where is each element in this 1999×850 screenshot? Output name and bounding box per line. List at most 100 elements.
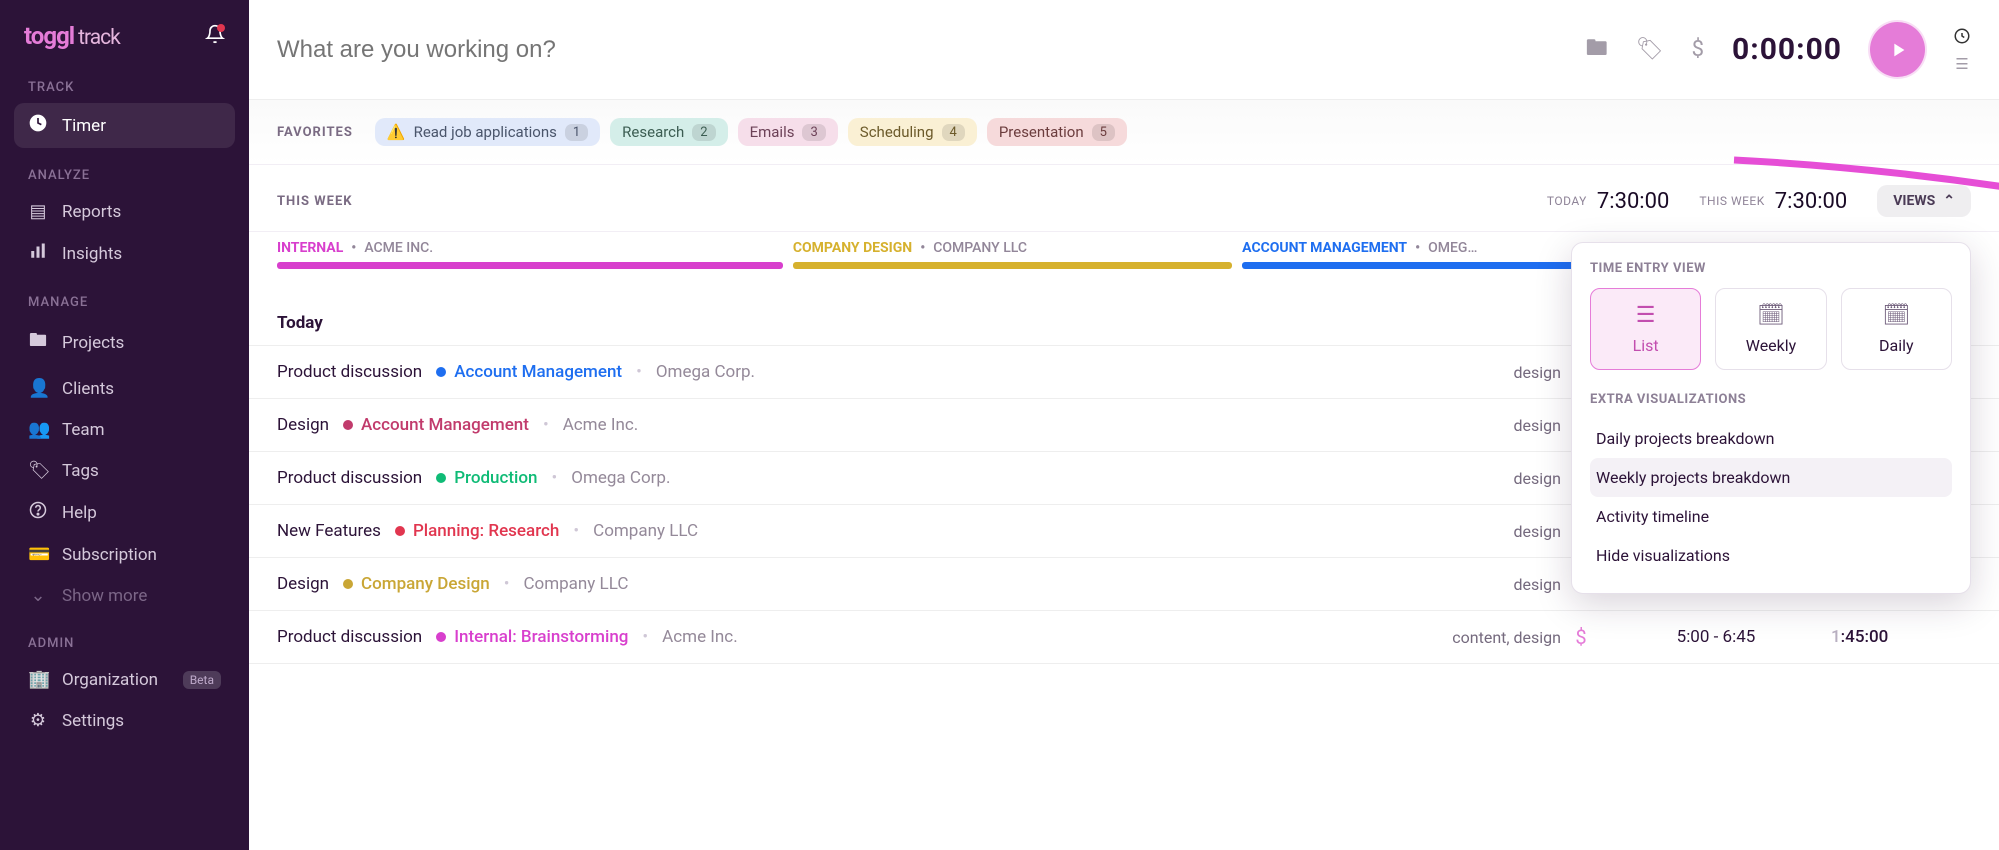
today-label: TODAY bbox=[1547, 194, 1587, 208]
favorite-chip[interactable]: Research2 bbox=[610, 118, 727, 146]
entry-project[interactable]: Planning: Research bbox=[395, 521, 559, 541]
entry-time-range[interactable]: 5:00 - 6:45 bbox=[1601, 627, 1831, 647]
entry-description: Product discussion bbox=[277, 468, 422, 488]
vis-option-activity-timeline[interactable]: Activity timeline bbox=[1590, 497, 1952, 536]
sidebar-item-organization[interactable]: 🏢 Organization Beta bbox=[14, 659, 235, 700]
entry-project[interactable]: Production bbox=[436, 468, 537, 488]
sidebar-item-subscription[interactable]: 💳 Subscription bbox=[14, 534, 235, 575]
favorite-chip[interactable]: Scheduling 4 bbox=[848, 118, 977, 146]
view-card-list[interactable]: ☰ List bbox=[1590, 288, 1701, 370]
entry-project[interactable]: Internal: Brainstorming bbox=[436, 627, 628, 647]
segment-bar bbox=[1242, 262, 1601, 269]
logo-name: toggl bbox=[24, 22, 74, 50]
sidebar-item-clients[interactable]: 👤 Clients bbox=[14, 368, 235, 409]
breakdown-segment[interactable]: INTERNAL•ACME INC. bbox=[277, 240, 783, 269]
entry-client: Omega Corp. bbox=[571, 468, 670, 488]
today-value: 7:30:00 bbox=[1597, 189, 1669, 214]
entry-description: Product discussion bbox=[277, 362, 422, 382]
entry-project[interactable]: Account Management bbox=[436, 362, 622, 382]
sidebar-item-timer[interactable]: Timer bbox=[14, 103, 235, 148]
segment-client: COMPANY LLC bbox=[933, 240, 1027, 256]
list-view-icon: ☰ bbox=[1636, 303, 1656, 328]
section-track: TRACK bbox=[14, 60, 235, 103]
sidebar-item-tags[interactable]: 🏷 Tags bbox=[14, 450, 235, 491]
chip-label: Presentation bbox=[999, 123, 1084, 141]
segment-project: INTERNAL bbox=[277, 240, 343, 256]
timer-description-input[interactable] bbox=[277, 36, 1568, 64]
favorite-chip[interactable]: Presentation5 bbox=[987, 118, 1127, 146]
timer-display: 0:00:00 bbox=[1732, 32, 1842, 67]
chip-count: 4 bbox=[942, 124, 965, 141]
sidebar-label-subscription: Subscription bbox=[62, 545, 157, 565]
calendar-week-icon: 🗓 bbox=[1757, 303, 1785, 328]
entry-tags[interactable]: design bbox=[1431, 363, 1561, 382]
entry-tags[interactable]: content, design bbox=[1431, 628, 1561, 647]
alert-icon: ⚠️ bbox=[387, 123, 406, 141]
billable-toggle-icon[interactable]: $ bbox=[1692, 37, 1704, 62]
sidebar-label-projects: Projects bbox=[62, 333, 124, 353]
entry-tags[interactable]: design bbox=[1431, 575, 1561, 594]
chip-count: 3 bbox=[802, 124, 825, 141]
sidebar-item-reports[interactable]: ▤ Reports bbox=[14, 191, 235, 232]
chip-label: Emails bbox=[750, 123, 795, 141]
view-card-weekly[interactable]: 🗓 Weekly bbox=[1715, 288, 1826, 370]
tags-icon: 🏷 bbox=[28, 460, 48, 481]
sidebar-label-team: Team bbox=[62, 420, 105, 440]
entry-tags[interactable]: design bbox=[1431, 469, 1561, 488]
chevron-up-icon: ⌃ bbox=[1943, 193, 1955, 209]
sidebar-label-help: Help bbox=[62, 503, 97, 523]
sidebar-label-tags: Tags bbox=[62, 461, 99, 481]
segment-project: COMPANY DESIGN bbox=[793, 240, 912, 256]
summary-bar: THIS WEEK TODAY 7:30:00 THIS WEEK 7:30:0… bbox=[249, 165, 1999, 232]
week-label: THIS WEEK bbox=[1699, 194, 1764, 208]
segment-client: OMEG… bbox=[1428, 240, 1477, 256]
entry-billable-icon[interactable]: $ bbox=[1561, 625, 1601, 649]
week-value: 7:30:00 bbox=[1775, 189, 1847, 214]
start-timer-button[interactable] bbox=[1870, 22, 1925, 77]
view-card-weekly-label: Weekly bbox=[1746, 336, 1797, 355]
manual-mode-icon[interactable]: ☰ bbox=[1955, 55, 1968, 73]
sidebar-item-projects[interactable]: 🖿Projects bbox=[14, 318, 235, 368]
clients-icon: 👤 bbox=[28, 378, 48, 399]
sidebar-item-insights[interactable]: Insights bbox=[14, 232, 235, 275]
sidebar-item-team[interactable]: 👥Team bbox=[14, 409, 235, 450]
sidebar-label-showmore: Show more bbox=[62, 586, 147, 606]
favorites-label: FAVORITES bbox=[277, 125, 353, 140]
organization-icon: 🏢 bbox=[28, 669, 48, 690]
sidebar: toggltrack TRACK Timer ANALYZE ▤ Reports… bbox=[0, 0, 249, 850]
entry-tags[interactable]: design bbox=[1431, 416, 1561, 435]
sidebar-label-settings: Settings bbox=[62, 711, 124, 731]
favorite-chip[interactable]: ⚠️Read job applications1 bbox=[375, 118, 600, 146]
views-button[interactable]: VIEWS ⌃ bbox=[1877, 185, 1971, 217]
breakdown-segment[interactable]: COMPANY DESIGN•COMPANY LLC bbox=[793, 240, 1232, 269]
entry-description: New Features bbox=[277, 521, 381, 541]
tags-select-icon[interactable]: 🏷 bbox=[1636, 37, 1664, 62]
entry-tags[interactable]: design bbox=[1431, 522, 1561, 541]
vis-option-daily-breakdown[interactable]: Daily projects breakdown bbox=[1590, 419, 1952, 458]
entry-client: Omega Corp. bbox=[656, 362, 755, 382]
views-button-label: VIEWS bbox=[1893, 193, 1935, 209]
breakdown-segment[interactable]: ACCOUNT MANAGEMENT•OMEG… bbox=[1242, 240, 1601, 269]
entry-client: Acme Inc. bbox=[563, 415, 639, 435]
entry-project[interactable]: Company Design bbox=[343, 574, 490, 594]
entry-duration[interactable]: 1:45:00 bbox=[1831, 627, 1971, 647]
project-select-icon[interactable]: 🖿 bbox=[1586, 31, 1608, 69]
sidebar-label-clients: Clients bbox=[62, 379, 114, 399]
clock-icon bbox=[28, 113, 48, 138]
view-card-daily[interactable]: 🗓 Daily bbox=[1841, 288, 1952, 370]
chip-label: Scheduling bbox=[860, 123, 934, 141]
logo[interactable]: toggltrack bbox=[24, 22, 120, 50]
vis-option-weekly-breakdown[interactable]: Weekly projects breakdown bbox=[1590, 458, 1952, 497]
vis-option-hide[interactable]: Hide visualizations bbox=[1590, 536, 1952, 575]
notifications-bell-icon[interactable] bbox=[205, 24, 225, 49]
timer-mode-icon[interactable] bbox=[1953, 27, 1971, 49]
time-entry-row[interactable]: Product discussionInternal: Brainstormin… bbox=[249, 611, 1999, 664]
sidebar-item-settings[interactable]: ⚙ Settings bbox=[14, 700, 235, 741]
entry-project[interactable]: Account Management bbox=[343, 415, 529, 435]
gear-icon: ⚙ bbox=[28, 710, 48, 731]
notification-dot-icon bbox=[217, 24, 225, 32]
subscription-icon: 💳 bbox=[28, 544, 48, 565]
sidebar-item-help[interactable]: Help bbox=[14, 491, 235, 534]
sidebar-item-showmore[interactable]: ⌄Show more bbox=[14, 575, 235, 616]
favorite-chip[interactable]: Emails 3 bbox=[738, 118, 838, 146]
